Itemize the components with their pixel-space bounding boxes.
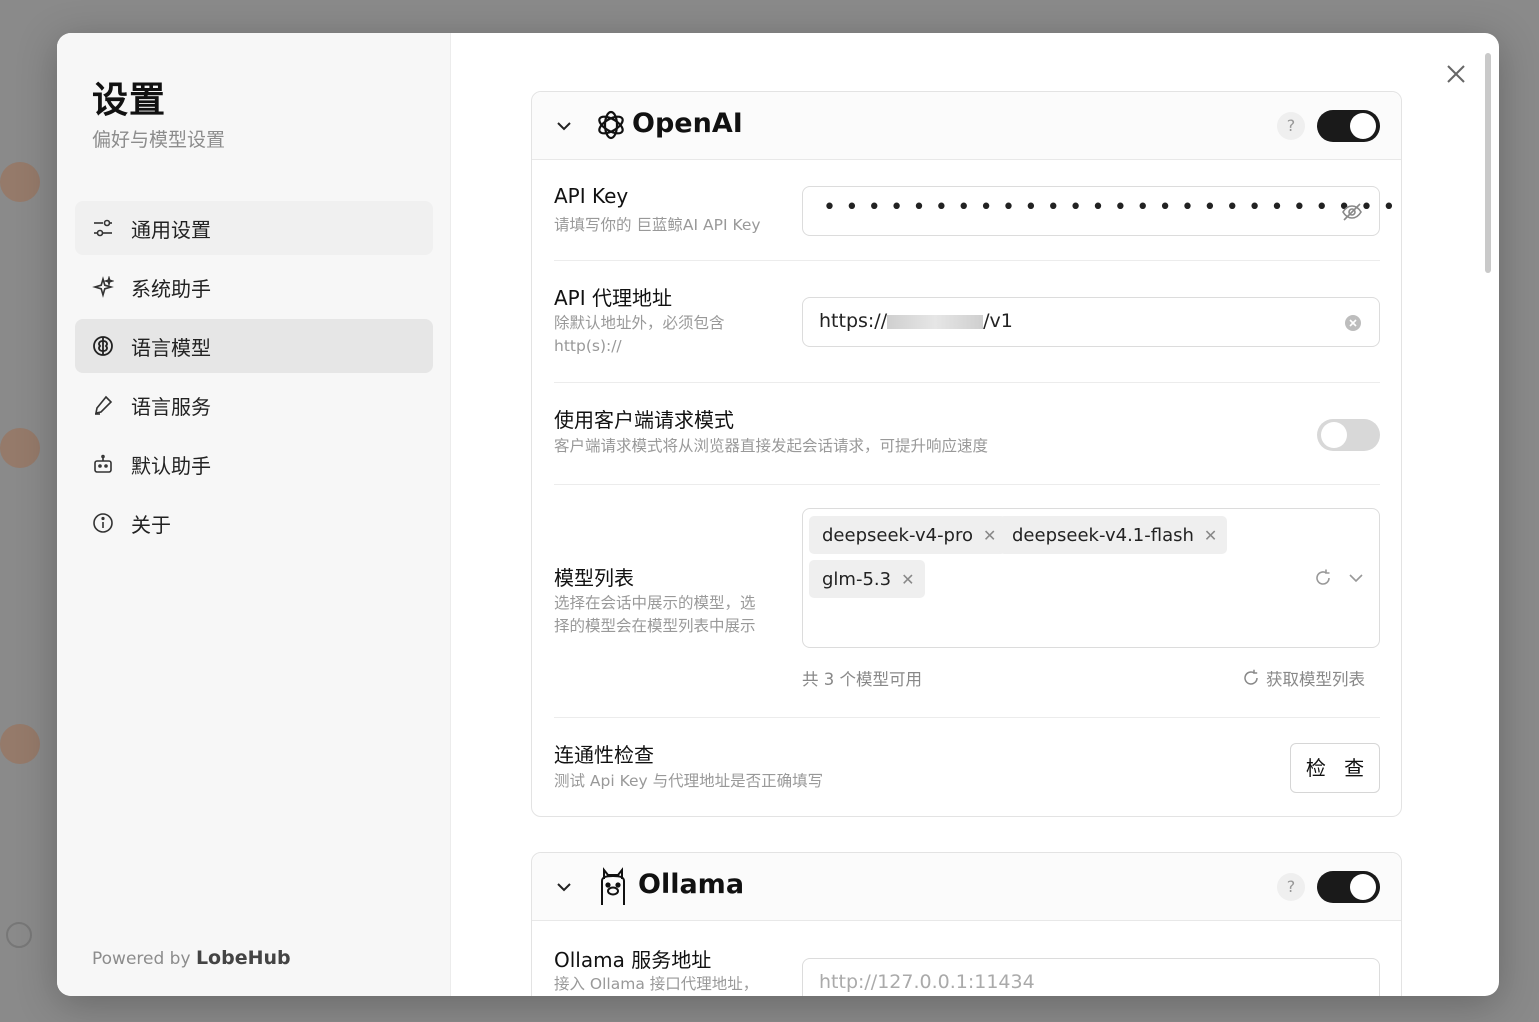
check-button[interactable]: 检 查 <box>1290 743 1380 793</box>
model-tag: deepseek-v4-pro ✕ <box>809 516 1007 554</box>
background-avatar <box>0 162 40 202</box>
sidebar-item-tts[interactable]: 语言服务 <box>75 378 433 432</box>
toggle-knob <box>1350 874 1376 900</box>
proxy-label: API 代理地址 <box>554 286 672 310</box>
page-subtitle: 偏好与模型设置 <box>92 129 226 151</box>
api-key-desc: 请填写你的 巨蓝鲸AI API Key <box>554 216 761 234</box>
brain-icon <box>91 334 115 358</box>
scrollbar[interactable] <box>1483 45 1493 990</box>
proxy-desc-line2: http(s):// <box>554 337 622 355</box>
provider-card-ollama: Ollama ? Ollama 服务地址 接入 Ollama 接口代理地址， h… <box>531 852 1402 996</box>
proxy-url-suffix: /v1 <box>983 310 1013 332</box>
provider-header[interactable]: OpenAI ? <box>532 92 1401 160</box>
redacted-host <box>887 314 984 329</box>
help-icon[interactable]: ? <box>1277 112 1305 140</box>
client-mode-desc: 客户端请求模式将从浏览器直接发起会话请求，可提升响应速度 <box>554 437 989 455</box>
settings-modal: 设置 偏好与模型设置 通用设置 系统助手 语言模型 语言服务 默认助手 关于 P… <box>57 33 1499 996</box>
ollama-endpoint-label: Ollama 服务地址 <box>554 948 712 972</box>
background-info-icon <box>6 922 32 948</box>
proxy-desc-line1: 除默认地址外，必须包含 <box>554 314 725 332</box>
refresh-icon <box>1242 669 1260 687</box>
powered-prefix: Powered by <box>92 949 191 969</box>
model-list-desc-line2: 择的模型会在模型列表中展示 <box>554 617 756 635</box>
sidebar-item-label: 默认助手 <box>131 453 211 478</box>
proxy-url-field[interactable]: https:// /v1 <box>802 297 1380 347</box>
chevron-down-icon[interactable] <box>1346 568 1366 592</box>
sparkle-icon <box>91 275 115 299</box>
proxy-url-prefix: https:// <box>819 310 888 332</box>
provider-name: Ollama <box>638 869 745 900</box>
api-key-masked: •••••••••••••••••••••••••• <box>823 195 1405 220</box>
sidebar-item-default-agent[interactable]: 默认助手 <box>75 437 433 491</box>
divider <box>554 382 1380 383</box>
scrollbar-thumb[interactable] <box>1485 53 1491 273</box>
api-key-label: API Key <box>554 184 629 208</box>
sidebar-item-llm[interactable]: 语言模型 <box>75 319 433 373</box>
ollama-logo-icon <box>596 867 630 905</box>
provider-enable-toggle[interactable] <box>1317 871 1380 903</box>
close-button[interactable] <box>1443 61 1469 87</box>
fetch-models-link[interactable]: 获取模型列表 <box>1242 666 1365 690</box>
robot-icon <box>91 452 115 476</box>
proxy-url-value: https:// /v1 <box>819 310 1013 332</box>
provider-enable-toggle[interactable] <box>1317 110 1380 142</box>
sidebar-item-label: 语言服务 <box>131 394 211 419</box>
settings-sidebar: 设置 偏好与模型设置 通用设置 系统助手 语言模型 语言服务 默认助手 关于 P… <box>57 33 451 996</box>
sidebar-item-label: 关于 <box>131 512 171 537</box>
chevron-down-icon[interactable] <box>554 116 574 136</box>
provider-name: OpenAI <box>632 108 743 139</box>
client-mode-label: 使用客户端请求模式 <box>554 408 734 432</box>
openai-logo-icon <box>594 108 628 142</box>
client-mode-toggle[interactable] <box>1317 419 1380 451</box>
sidebar-item-system-agent[interactable]: 系统助手 <box>75 260 433 314</box>
ollama-endpoint-placeholder: http://127.0.0.1:11434 <box>819 971 1035 993</box>
model-tag-label: deepseek-v4-pro <box>822 524 974 546</box>
api-key-field[interactable]: •••••••••••••••••••••••••• <box>802 186 1395 236</box>
pen-icon <box>91 393 115 417</box>
sidebar-item-label: 通用设置 <box>131 217 211 242</box>
fetch-models-label: 获取模型列表 <box>1266 670 1365 689</box>
model-list-desc-line1: 选择在会话中展示的模型，选 <box>554 594 756 612</box>
sidebar-item-label: 系统助手 <box>131 276 211 301</box>
refresh-icon[interactable] <box>1313 568 1333 592</box>
model-tag-label: glm-5.3 <box>822 568 892 590</box>
remove-tag-icon[interactable]: ✕ <box>1204 526 1217 545</box>
model-tag: glm-5.3 ✕ <box>809 560 925 598</box>
divider <box>554 484 1380 485</box>
toggle-knob <box>1350 113 1376 139</box>
divider <box>554 717 1380 718</box>
clear-icon[interactable] <box>1344 314 1362 336</box>
background-avatar <box>0 724 40 764</box>
eye-off-icon[interactable] <box>1341 201 1363 227</box>
brand-name[interactable]: LobeHub <box>196 947 291 969</box>
model-tag: deepseek-v4.1-flash ✕ <box>999 516 1228 554</box>
powered-by: Powered by LobeHub <box>92 947 291 969</box>
info-icon <box>91 511 115 535</box>
divider <box>554 260 1380 261</box>
sidebar-item-about[interactable]: 关于 <box>75 496 433 550</box>
model-count: 共 3 个模型可用 <box>802 670 922 689</box>
model-list-label: 模型列表 <box>554 566 634 590</box>
chevron-down-icon[interactable] <box>554 877 574 897</box>
connectivity-desc: 测试 Api Key 与代理地址是否正确填写 <box>554 772 824 790</box>
ollama-endpoint-desc: 接入 Ollama 接口代理地址， <box>554 975 759 993</box>
sidebar-item-label: 语言模型 <box>131 335 211 360</box>
remove-tag-icon[interactable]: ✕ <box>901 570 914 589</box>
provider-header[interactable]: Ollama ? <box>532 853 1401 921</box>
ollama-endpoint-field[interactable]: http://127.0.0.1:11434 <box>802 958 1380 996</box>
page-title: 设置 <box>92 80 167 121</box>
help-icon[interactable]: ? <box>1277 873 1305 901</box>
sidebar-item-general[interactable]: 通用设置 <box>75 201 433 255</box>
provider-card-openai: OpenAI ? API Key 请填写你的 巨蓝鲸AI API Key •••… <box>531 91 1402 817</box>
model-select[interactable]: deepseek-v4-pro ✕ deepseek-v4.1-flash ✕ gl… <box>802 508 1380 648</box>
model-tag-label: deepseek-v4.1-flash <box>1012 524 1194 546</box>
remove-tag-icon[interactable]: ✕ <box>983 526 996 545</box>
toggle-knob <box>1321 422 1347 448</box>
background-avatar <box>0 428 40 468</box>
sliders-icon <box>91 216 115 240</box>
connectivity-label: 连通性检查 <box>554 743 654 767</box>
